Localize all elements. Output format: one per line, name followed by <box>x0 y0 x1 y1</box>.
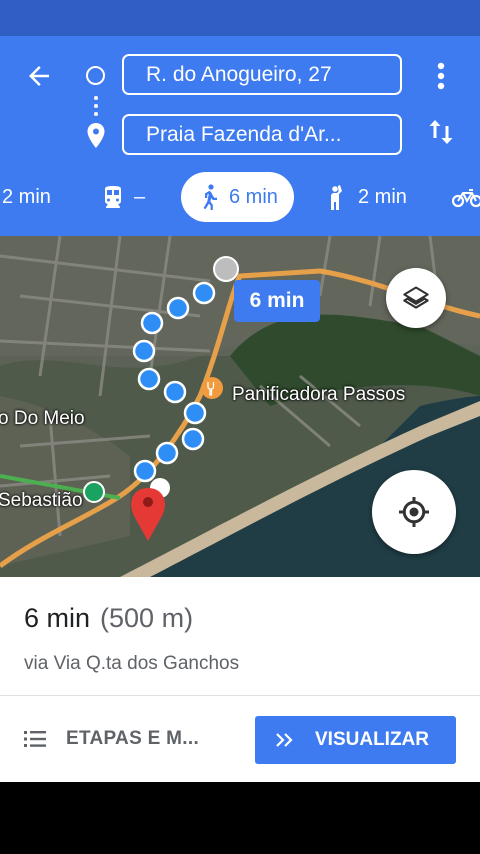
more-options-button[interactable] <box>424 58 458 94</box>
hail-icon <box>326 184 348 210</box>
my-location-button[interactable] <box>372 470 456 554</box>
mode-ride-tab[interactable]: 2 min <box>326 172 407 222</box>
more-vert-icon <box>437 62 445 90</box>
route-distance: (500 m) <box>100 603 194 633</box>
swap-vert-icon <box>429 120 453 144</box>
mode-label: 2 min <box>358 185 407 208</box>
system-nav-bar <box>0 782 480 854</box>
route-time-chip: 6 min <box>234 280 320 322</box>
list-icon <box>24 730 46 748</box>
mode-label: – <box>134 185 146 208</box>
mode-label: 2 min <box>2 185 51 208</box>
origin-circle-icon <box>86 66 105 85</box>
arrow-left-icon <box>29 66 49 86</box>
mode-drive-tab[interactable]: 2 min <box>2 172 51 222</box>
mode-walk-tab[interactable]: 6 min <box>181 172 294 222</box>
my-location-icon <box>399 497 429 527</box>
train-icon <box>102 185 124 209</box>
route-duration: 6 min <box>24 603 91 633</box>
steps-button[interactable]: ETAPAS E M... <box>24 715 199 763</box>
divider <box>0 695 480 696</box>
route-eta: 6 min (500 m) <box>24 603 193 634</box>
directions-header: R. do Anogueiro, 27 Praia Fazenda d'Ar..… <box>0 36 480 236</box>
poi-label: Panificadora Passos <box>232 384 406 405</box>
mode-transit-tab[interactable]: – <box>102 172 145 222</box>
bike-icon <box>452 186 480 208</box>
back-button[interactable] <box>18 58 60 94</box>
walk-icon <box>201 184 219 210</box>
steps-label: ETAPAS E M... <box>66 728 200 749</box>
destination-pin-icon <box>87 123 105 148</box>
layers-icon <box>403 286 429 309</box>
visualize-label: VISUALIZAR <box>315 729 429 750</box>
status-bar <box>0 0 480 36</box>
visualize-button[interactable]: VISUALIZAR <box>255 716 456 764</box>
double-chevron-right-icon <box>275 732 295 748</box>
travel-mode-tabs: 2 min – 6 min 2 min <box>0 172 480 228</box>
place-label: Sebastião <box>0 490 83 511</box>
route-connector-dots <box>93 96 99 116</box>
street-label: o Do Meio <box>0 408 85 429</box>
route-via: via Via Q.ta dos Ganchos <box>24 653 240 674</box>
origin-field[interactable]: R. do Anogueiro, 27 <box>122 54 402 95</box>
destination-field[interactable]: Praia Fazenda d'Ar... <box>122 114 402 155</box>
layers-button[interactable] <box>386 268 446 328</box>
mode-bike-tab[interactable] <box>452 172 480 222</box>
route-summary-sheet: 6 min (500 m) via Via Q.ta dos Ganchos ET… <box>0 577 480 782</box>
swap-button[interactable] <box>424 114 458 150</box>
mode-label: 6 min <box>229 185 278 208</box>
